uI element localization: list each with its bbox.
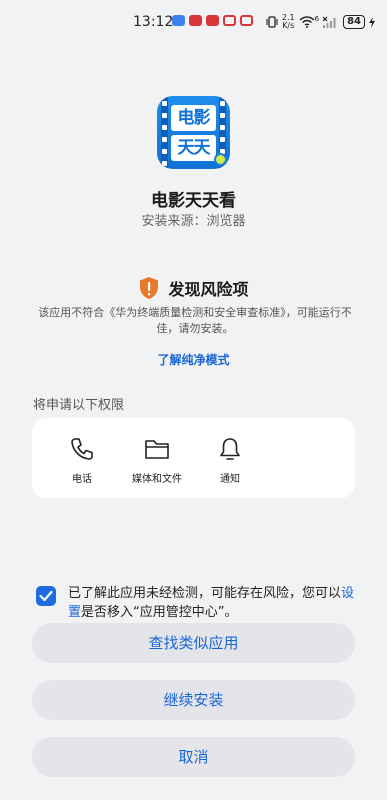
notification-icons [172,15,253,26]
install-screen: 13:12 2.1 K/s 6 84 电影 天天 电影天天看 安装来源：浏览器 … [0,0,387,800]
permission-media-files: 媒体和文件 [117,436,197,485]
signal-icon [323,16,336,28]
wifi-icon [299,16,315,28]
film-strip [161,96,168,169]
app-icon-text: 天天 [171,135,216,161]
app-notification-icon [189,15,202,26]
vibrate-icon [266,16,278,28]
status-right: 2.1 K/s 6 84 [266,14,375,30]
learn-pure-mode-link[interactable]: 了解纯净模式 [0,351,387,368]
charging-icon [369,16,375,28]
permission-phone: 电话 [42,436,122,485]
folder-icon [145,440,169,459]
bell-icon [220,438,240,460]
continue-install-button[interactable]: 继续安装 [32,680,355,720]
permission-label: 电话 [72,474,92,485]
app-notification-icon [172,15,185,26]
phone-icon [71,438,93,460]
risk-title: 发现风险项 [168,280,249,299]
check-icon [39,590,53,602]
permission-label: 媒体和文件 [132,474,182,485]
install-source: 安装来源：浏览器 [141,214,246,229]
network-speed: 2.1 K/s [281,13,295,30]
app-icon-text: 电影 [171,105,216,131]
app-icon-badge [214,153,227,166]
warning-shield-icon [140,277,159,299]
cancel-button[interactable]: 取消 [32,737,355,777]
status-bar: 13:12 2.1 K/s 6 84 [0,0,387,40]
app-notification-icon [223,15,236,26]
permissions-card: 电话 媒体和文件 通知 [32,418,355,498]
permission-notification: 通知 [190,436,270,485]
status-time: 13:12 [133,14,174,30]
consent-text: 已了解此应用未经检测，可能存在风险，您可以设置是否移入“应用管控中心”。 [68,586,355,620]
wifi-badge: 6 [314,14,320,23]
app-notification-icon [206,15,219,26]
permissions-heading: 将申请以下权限 [33,398,125,413]
permission-label: 通知 [220,474,240,485]
risk-description: 该应用不符合《华为终端质量检测和安全审查标准》，可能运行不佳，请勿安装。 [38,306,352,335]
app-name: 电影天天看 [151,191,236,211]
risk-header: 发现风险项 [0,276,387,300]
battery-level: 84 [343,15,365,29]
app-notification-icon [240,15,253,26]
consent-checkbox[interactable] [36,586,56,606]
find-similar-apps-button[interactable]: 查找类似应用 [32,623,355,663]
app-icon: 电影 天天 [157,96,230,169]
